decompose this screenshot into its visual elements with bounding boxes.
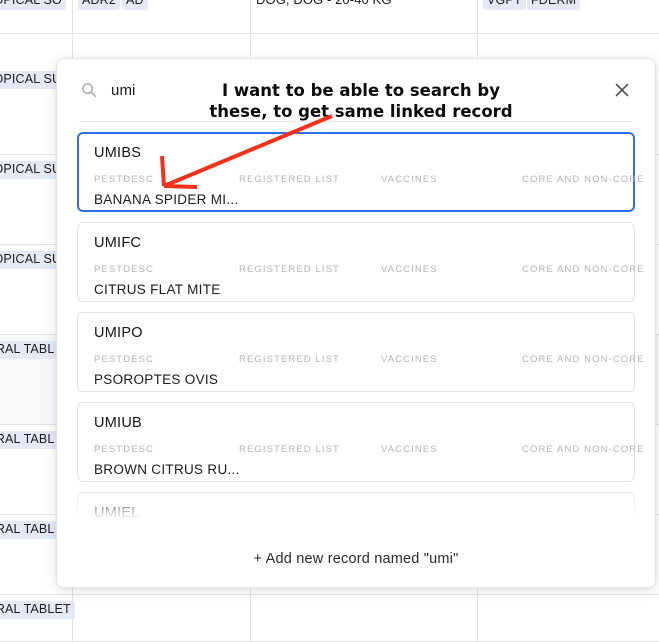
result-title: UMIEL: [94, 505, 140, 521]
result-field-label: PESTDESC: [94, 444, 155, 455]
record-chip: AD: [122, 0, 148, 10]
search-results-list[interactable]: UMIBS PESTDESC BANANA SPIDER MI... REGISTER…: [57, 122, 655, 531]
result-field: VACCINES: [381, 174, 438, 192]
table-cell: ORAL TABL: [0, 431, 59, 449]
result-field-columns: PESTDESC PSOROPTES OVIS REGISTERED LIST VAC…: [94, 354, 644, 388]
result-title: UMIUB: [94, 415, 142, 431]
result-field-value: BROWN CITRUS RU...: [94, 462, 240, 477]
record-chip: FDERM: [527, 0, 581, 10]
result-field-columns: PESTDESC BANANA SPIDER MI... REGISTERED LI…: [94, 174, 644, 208]
result-field-label: CORE AND NON-CORE: [522, 444, 645, 455]
record-picker-dialog: umi UMIBS PESTDESC BANANA SPIDER MI... REGI…: [56, 58, 656, 588]
result-field-value: BANANA SPIDER MI...: [94, 192, 239, 207]
result-field: CORE AND NON-CORE: [522, 444, 645, 462]
result-field-label: PESTDESC: [94, 354, 155, 365]
result-field-label: REGISTERED LIST: [239, 444, 340, 455]
result-field: REGISTERED LIST: [239, 174, 340, 192]
table-cell: ORAL TABL: [0, 521, 59, 539]
result-field: REGISTERED LIST: [239, 444, 340, 462]
result-field-label: CORE AND NON-CORE: [522, 174, 645, 185]
result-field-value: CITRUS FLAT MITE: [94, 282, 221, 297]
record-chip: ORAL TABL: [0, 341, 59, 359]
table-cell: TOPICAL SO: [0, 0, 66, 10]
add-new-record-button[interactable]: + Add new record named "umi": [57, 531, 655, 587]
result-field-value: PSOROPTES OVIS: [94, 372, 219, 387]
table-row[interactable]: ORAL TABLET: [0, 595, 659, 642]
table-cell: AD: [122, 0, 148, 10]
search-result-card[interactable]: UMIUB PESTDESC BROWN CITRUS RU... REGISTERE…: [77, 402, 644, 482]
screen-root: TOPICAL SO ADR2AD DOG, DOG - 20-40 KG VGPTF…: [0, 0, 659, 642]
search-result-card[interactable]: UMIFC PESTDESC CITRUS FLAT MITE REGISTERED …: [77, 222, 644, 302]
result-field: CORE AND NON-CORE: [522, 264, 645, 282]
table-cell: VGPT: [483, 0, 526, 10]
record-chip: ORAL TABL: [0, 521, 59, 539]
table-cell: ORAL TABL: [0, 341, 59, 359]
search-result-card[interactable]: UMIBS PESTDESC BANANA SPIDER MI... REGISTER…: [77, 132, 644, 212]
table-row[interactable]: TOPICAL SO ADR2AD DOG, DOG - 20-40 KG VGPTF…: [0, 0, 659, 34]
result-field-label: CORE AND NON-CORE: [522, 354, 645, 365]
result-field: REGISTERED LIST: [239, 354, 340, 372]
result-field-label: REGISTERED LIST: [239, 174, 340, 185]
result-title: UMIFC: [94, 235, 142, 251]
result-field-label: REGISTERED LIST: [239, 354, 340, 365]
result-field: VACCINES: [381, 354, 438, 372]
close-icon[interactable]: [609, 77, 635, 103]
result-field: VACCINES: [381, 264, 438, 282]
result-field: PESTDESC BANANA SPIDER MI...: [94, 174, 238, 207]
result-title: UMIPO: [94, 325, 143, 341]
record-chip: VGPT: [483, 0, 526, 10]
table-cell: FDERM: [527, 0, 581, 10]
search-result-card[interactable]: UMIELPESTDESCREGISTERED LISTVACCINESCORE…: [77, 492, 635, 531]
result-field-label: VACCINES: [381, 444, 438, 455]
result-field: PESTDESC PSOROPTES OVIS: [94, 354, 218, 387]
search-result-card[interactable]: UMIPO PESTDESC PSOROPTES OVIS REGISTERED LI…: [77, 312, 644, 392]
table-cell: DOG, DOG - 20-40 KG: [256, 0, 392, 7]
result-field: REGISTERED LIST: [239, 264, 340, 282]
result-field-label: VACCINES: [381, 174, 438, 185]
result-field: VACCINES: [381, 444, 438, 462]
record-chip: ORAL TABLET: [0, 601, 75, 619]
result-field-columns: PESTDESC BROWN CITRUS RU... REGISTERED LIS…: [94, 444, 644, 478]
result-field-columns: PESTDESC CITRUS FLAT MITE REGISTERED LIST V…: [94, 264, 644, 298]
record-chip: ADR2: [78, 0, 120, 10]
result-field-label: PESTDESC: [94, 264, 155, 275]
result-field-label: REGISTERED LIST: [239, 264, 340, 275]
result-field: PESTDESC BROWN CITRUS RU...: [94, 444, 240, 477]
search-input[interactable]: umi: [111, 82, 135, 99]
result-field-label: PESTDESC: [94, 174, 155, 185]
result-field-label: CORE AND NON-CORE: [522, 264, 645, 275]
result-field: CORE AND NON-CORE: [522, 354, 645, 372]
record-chip: TOPICAL SO: [0, 0, 66, 10]
table-cell: ORAL TABLET: [0, 601, 75, 619]
result-field: PESTDESC CITRUS FLAT MITE: [94, 264, 221, 297]
result-field-label: VACCINES: [381, 264, 438, 275]
table-cell: ADR2: [78, 0, 120, 10]
search-icon: [81, 82, 97, 98]
result-field-label: VACCINES: [381, 354, 438, 365]
record-chip: ORAL TABL: [0, 431, 59, 449]
result-field: CORE AND NON-CORE: [522, 174, 645, 192]
result-title: UMIBS: [94, 145, 142, 161]
search-bar[interactable]: umi: [57, 59, 655, 121]
